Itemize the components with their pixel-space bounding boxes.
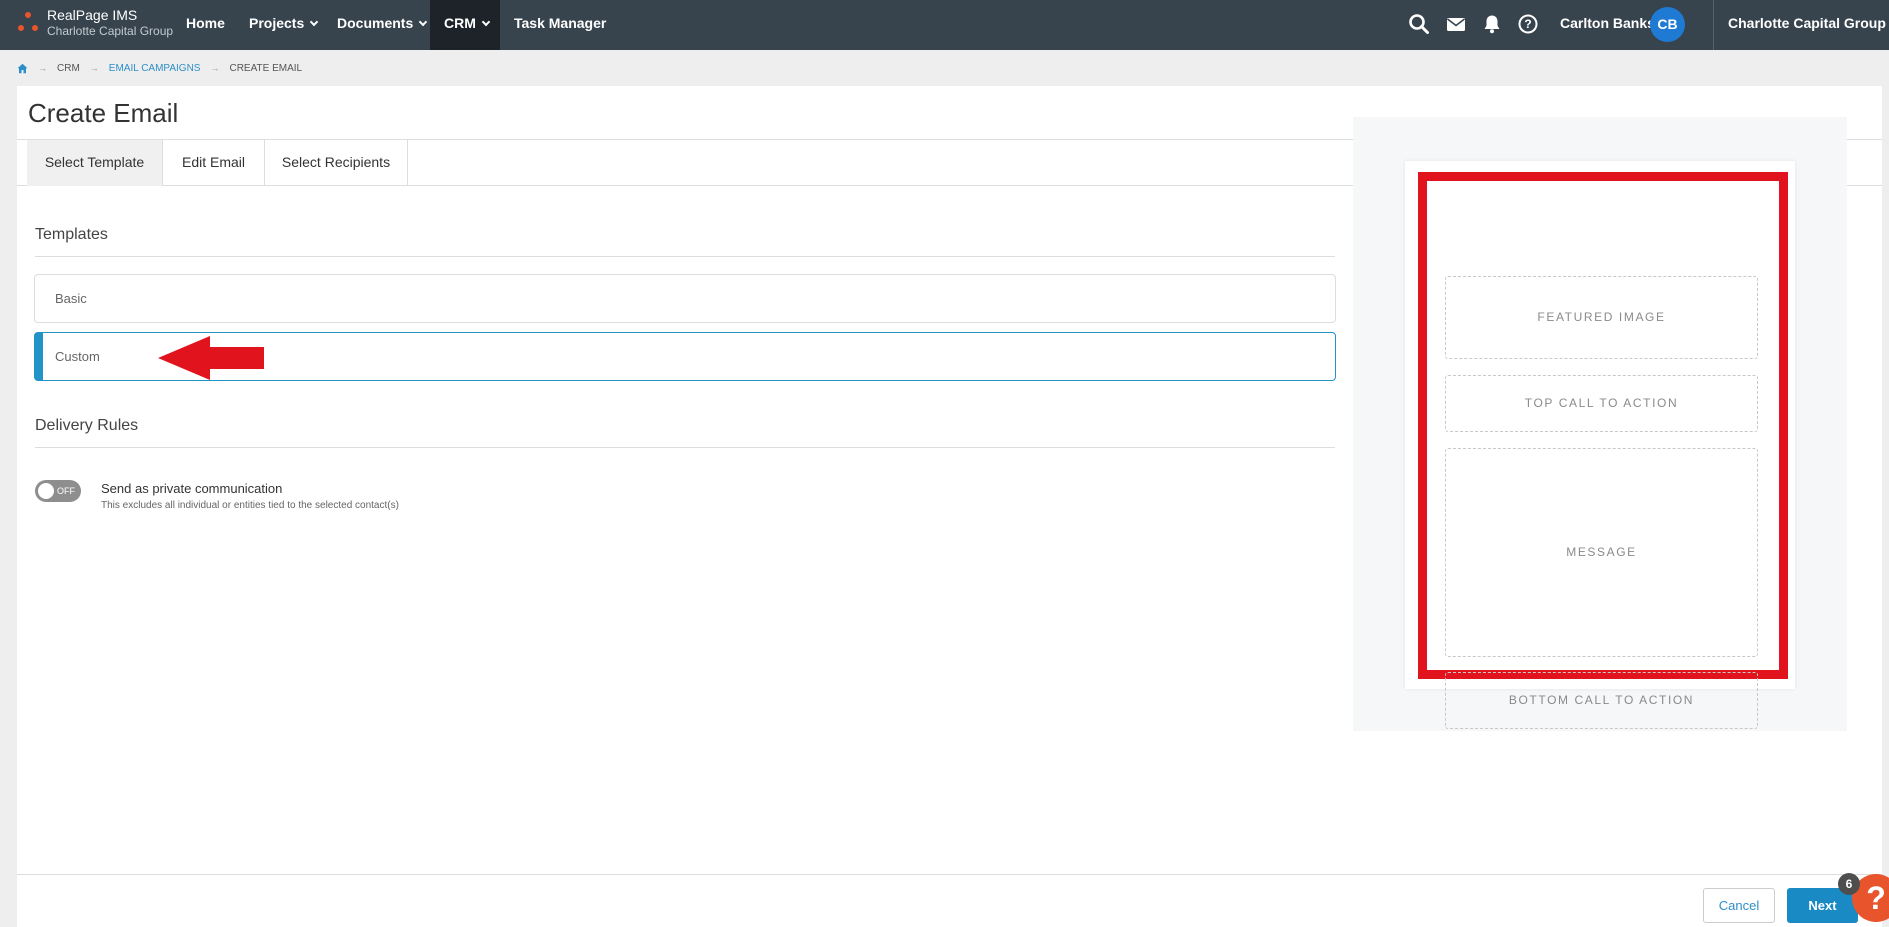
svg-text:?: ?	[1524, 17, 1531, 31]
avatar[interactable]: CB	[1650, 7, 1685, 42]
nav-task-manager-label: Task Manager	[514, 15, 607, 31]
private-communication-label: Send as private communication	[101, 481, 283, 496]
breadcrumb: → CRM → EMAIL CAMPAIGNS → CREATE EMAIL	[17, 61, 302, 75]
private-communication-help: This excludes all individual or entities…	[101, 500, 399, 511]
nav-documents-label: Documents	[337, 15, 414, 31]
help-badge-count: 6	[1838, 873, 1860, 895]
home-icon[interactable]	[17, 63, 28, 74]
breadcrumb-create-email: CREATE EMAIL	[229, 62, 303, 74]
brand[interactable]: RealPage IMS Charlotte Capital Group	[47, 7, 173, 39]
toggle-knob	[38, 483, 54, 499]
delivery-rules-divider	[35, 447, 1335, 448]
tab-select-recipients[interactable]: Select Recipients	[265, 140, 408, 186]
template-option-basic[interactable]: Basic	[34, 274, 1336, 323]
red-arrow-annotation-icon	[158, 336, 264, 380]
slot-bottom-call-to-action: BOTTOM CALL TO ACTION	[1445, 672, 1758, 729]
help-icon[interactable]: ?	[1517, 13, 1539, 35]
slot-top-call-to-action: TOP CALL TO ACTION	[1445, 375, 1758, 432]
templates-heading: Templates	[35, 226, 108, 243]
breadcrumb-separator-icon: →	[210, 63, 220, 73]
breadcrumb-separator-icon: →	[89, 63, 99, 73]
footer-divider	[17, 874, 1882, 875]
nav-documents[interactable]: Documents	[323, 0, 440, 50]
page-title: Create Email	[28, 98, 179, 128]
nav-divider	[1713, 0, 1714, 50]
chevron-down-icon	[481, 17, 491, 27]
slot-featured-image: FEATURED IMAGE	[1445, 276, 1758, 359]
slot-message: MESSAGE	[1445, 448, 1758, 657]
top-nav-bar: RealPage IMS Charlotte Capital Group Hom…	[0, 0, 1889, 50]
nav-crm-label: CRM	[444, 15, 476, 31]
private-communication-toggle[interactable]: OFF	[35, 480, 81, 502]
org-selector[interactable]: Charlotte Capital Group	[1728, 0, 1889, 46]
tab-edit-email[interactable]: Edit Email	[163, 140, 265, 186]
nav-home-label: Home	[186, 15, 225, 31]
templates-divider	[35, 256, 1335, 257]
tab-select-template[interactable]: Select Template	[27, 140, 163, 186]
nav-crm[interactable]: CRM	[430, 0, 500, 50]
nav-projects-label: Projects	[249, 15, 305, 31]
cancel-button[interactable]: Cancel	[1703, 888, 1775, 923]
app-name: RealPage IMS	[47, 7, 138, 23]
search-icon[interactable]	[1408, 13, 1430, 35]
breadcrumb-email-campaigns[interactable]: EMAIL CAMPAIGNS	[109, 63, 201, 74]
nav-projects[interactable]: Projects	[235, 0, 331, 50]
app-org: Charlotte Capital Group	[47, 24, 174, 38]
nav-home[interactable]: Home	[172, 0, 239, 50]
org-selector-label: Charlotte Capital Group	[1728, 15, 1886, 31]
breadcrumb-separator-icon: →	[38, 63, 47, 73]
nav-task-manager[interactable]: Task Manager	[500, 0, 620, 50]
user-name[interactable]: Carlton Banks	[1560, 0, 1655, 46]
delivery-rules-heading: Delivery Rules	[35, 417, 139, 434]
bell-icon[interactable]	[1481, 13, 1503, 35]
logo-icon[interactable]	[16, 10, 40, 36]
chevron-down-icon	[418, 17, 428, 27]
breadcrumb-crm[interactable]: CRM	[57, 63, 80, 74]
toggle-state-label: OFF	[57, 486, 75, 496]
mail-icon[interactable]	[1445, 13, 1467, 35]
chevron-down-icon	[310, 17, 319, 27]
